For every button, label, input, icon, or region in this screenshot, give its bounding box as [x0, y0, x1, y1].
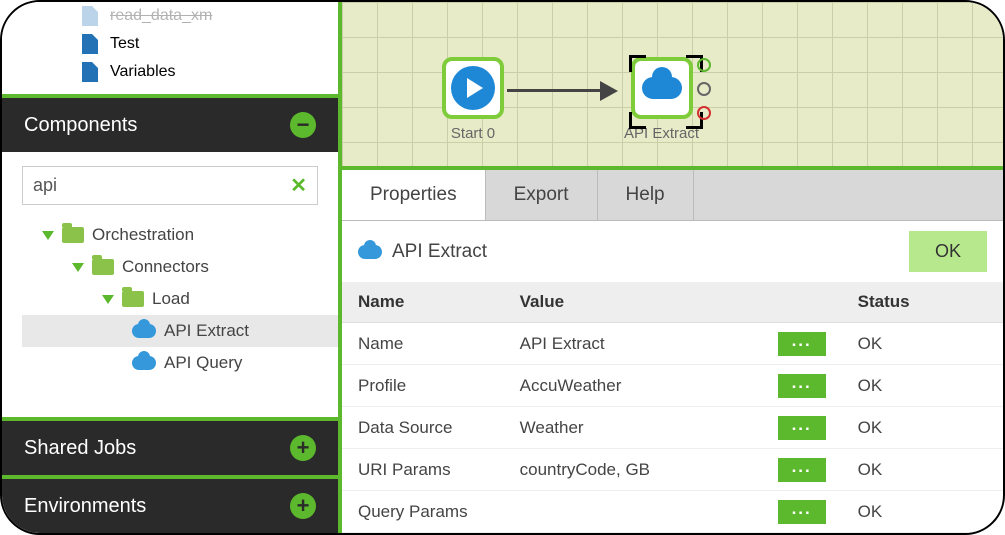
shared-jobs-header[interactable]: Shared Jobs +	[2, 417, 338, 475]
tab-export[interactable]: Export	[486, 170, 598, 220]
prop-name: Name	[342, 323, 504, 365]
file-icon	[82, 62, 98, 82]
panel-title: API Extract	[392, 241, 899, 263]
tree-label: Orchestration	[92, 225, 194, 245]
job-label: Variables	[110, 63, 176, 81]
edit-button[interactable]: ...	[778, 416, 826, 440]
table-row[interactable]: NameAPI Extract... OK	[342, 323, 1003, 365]
panel-header: API Extract OK	[342, 221, 1003, 282]
edit-button[interactable]: ...	[778, 332, 826, 356]
col-status: Status	[842, 282, 1003, 323]
chevron-down-icon	[102, 295, 114, 304]
component-tree: Orchestration Connectors Load API Extrac…	[2, 219, 338, 397]
prop-status: OK	[842, 323, 1003, 365]
status-badge: OK	[909, 231, 987, 272]
prop-value: API Extract	[504, 323, 762, 365]
prop-name: Query Params	[342, 491, 504, 533]
col-edit	[762, 282, 842, 323]
properties-table: Name Value Status NameAPI Extract...OKPr…	[342, 282, 1003, 533]
clear-search-icon[interactable]: ✕	[290, 173, 307, 198]
section-title: Shared Jobs	[24, 437, 136, 460]
folder-icon	[122, 291, 144, 307]
table-row[interactable]: Query Params... OK	[342, 491, 1003, 533]
expand-icon[interactable]: +	[290, 435, 316, 461]
edit-button[interactable]: ...	[778, 458, 826, 482]
job-list: read_data_xm Test Variables	[2, 2, 338, 94]
cloud-icon	[132, 356, 156, 370]
prop-status: OK	[842, 407, 1003, 449]
workflow-canvas[interactable]: Start 0 API Extract	[342, 2, 1003, 170]
components-body: ✕ Orchestration Connectors Load	[2, 152, 338, 417]
failure-port-icon[interactable]	[697, 106, 711, 120]
file-icon	[82, 6, 98, 26]
prop-name: URI Params	[342, 449, 504, 491]
table-row[interactable]: URI ParamscountryCode, GB... OK	[342, 449, 1003, 491]
tree-item-orchestration[interactable]: Orchestration	[22, 219, 338, 251]
connector-arrow-icon	[600, 81, 618, 101]
environments-header[interactable]: Environments +	[2, 475, 338, 533]
prop-name: Profile	[342, 365, 504, 407]
prop-value: Weather	[504, 407, 762, 449]
node-api-extract[interactable]: API Extract	[624, 57, 699, 142]
tree-label: API Extract	[164, 321, 249, 341]
play-icon	[451, 66, 495, 110]
tree-item-api-query[interactable]: API Query	[22, 347, 338, 379]
node-start[interactable]: Start 0	[442, 57, 504, 142]
panel-tabs: Properties Export Help	[342, 170, 1003, 221]
components-header[interactable]: Components −	[2, 94, 338, 152]
folder-icon	[92, 259, 114, 275]
job-item[interactable]: Test	[2, 30, 338, 58]
prop-value: AccuWeather	[504, 365, 762, 407]
tree-item-api-extract[interactable]: API Extract	[22, 315, 338, 347]
tree-item-connectors[interactable]: Connectors	[22, 251, 338, 283]
edit-button[interactable]: ...	[778, 500, 826, 524]
search-input[interactable]	[33, 175, 290, 196]
chevron-down-icon	[42, 231, 54, 240]
folder-icon	[62, 227, 84, 243]
prop-value	[504, 491, 762, 533]
prop-status: OK	[842, 449, 1003, 491]
section-title: Components	[24, 114, 137, 137]
table-row[interactable]: Data SourceWeather... OK	[342, 407, 1003, 449]
section-title: Environments	[24, 495, 146, 518]
prop-name: Data Source	[342, 407, 504, 449]
node-label: Start 0	[442, 125, 504, 142]
success-port-icon[interactable]	[697, 58, 711, 72]
job-item[interactable]: read_data_xm	[2, 2, 338, 30]
tree-label: API Query	[164, 353, 242, 373]
job-label: read_data_xm	[110, 7, 212, 25]
tree-label: Connectors	[122, 257, 209, 277]
node-label: API Extract	[624, 125, 699, 142]
cloud-icon	[358, 245, 382, 259]
prop-status: OK	[842, 491, 1003, 533]
search-box[interactable]: ✕	[22, 166, 318, 205]
job-item[interactable]: Variables	[2, 58, 338, 86]
edit-button[interactable]: ...	[778, 374, 826, 398]
cloud-icon	[132, 324, 156, 338]
collapse-icon[interactable]: −	[290, 112, 316, 138]
cloud-icon	[642, 77, 682, 99]
col-name: Name	[342, 282, 504, 323]
node-status-ports	[697, 58, 711, 120]
job-label: Test	[110, 35, 139, 53]
table-row[interactable]: ProfileAccuWeather... OK	[342, 365, 1003, 407]
prop-value: countryCode, GB	[504, 449, 762, 491]
prop-status: OK	[842, 365, 1003, 407]
file-icon	[82, 34, 98, 54]
tree-label: Load	[152, 289, 190, 309]
col-value: Value	[504, 282, 762, 323]
chevron-down-icon	[72, 263, 84, 272]
connector-line	[507, 89, 607, 92]
tree-item-load[interactable]: Load	[22, 283, 338, 315]
tab-help[interactable]: Help	[598, 170, 694, 220]
tab-properties[interactable]: Properties	[342, 170, 486, 220]
expand-icon[interactable]: +	[290, 493, 316, 519]
unconditional-port-icon[interactable]	[697, 82, 711, 96]
